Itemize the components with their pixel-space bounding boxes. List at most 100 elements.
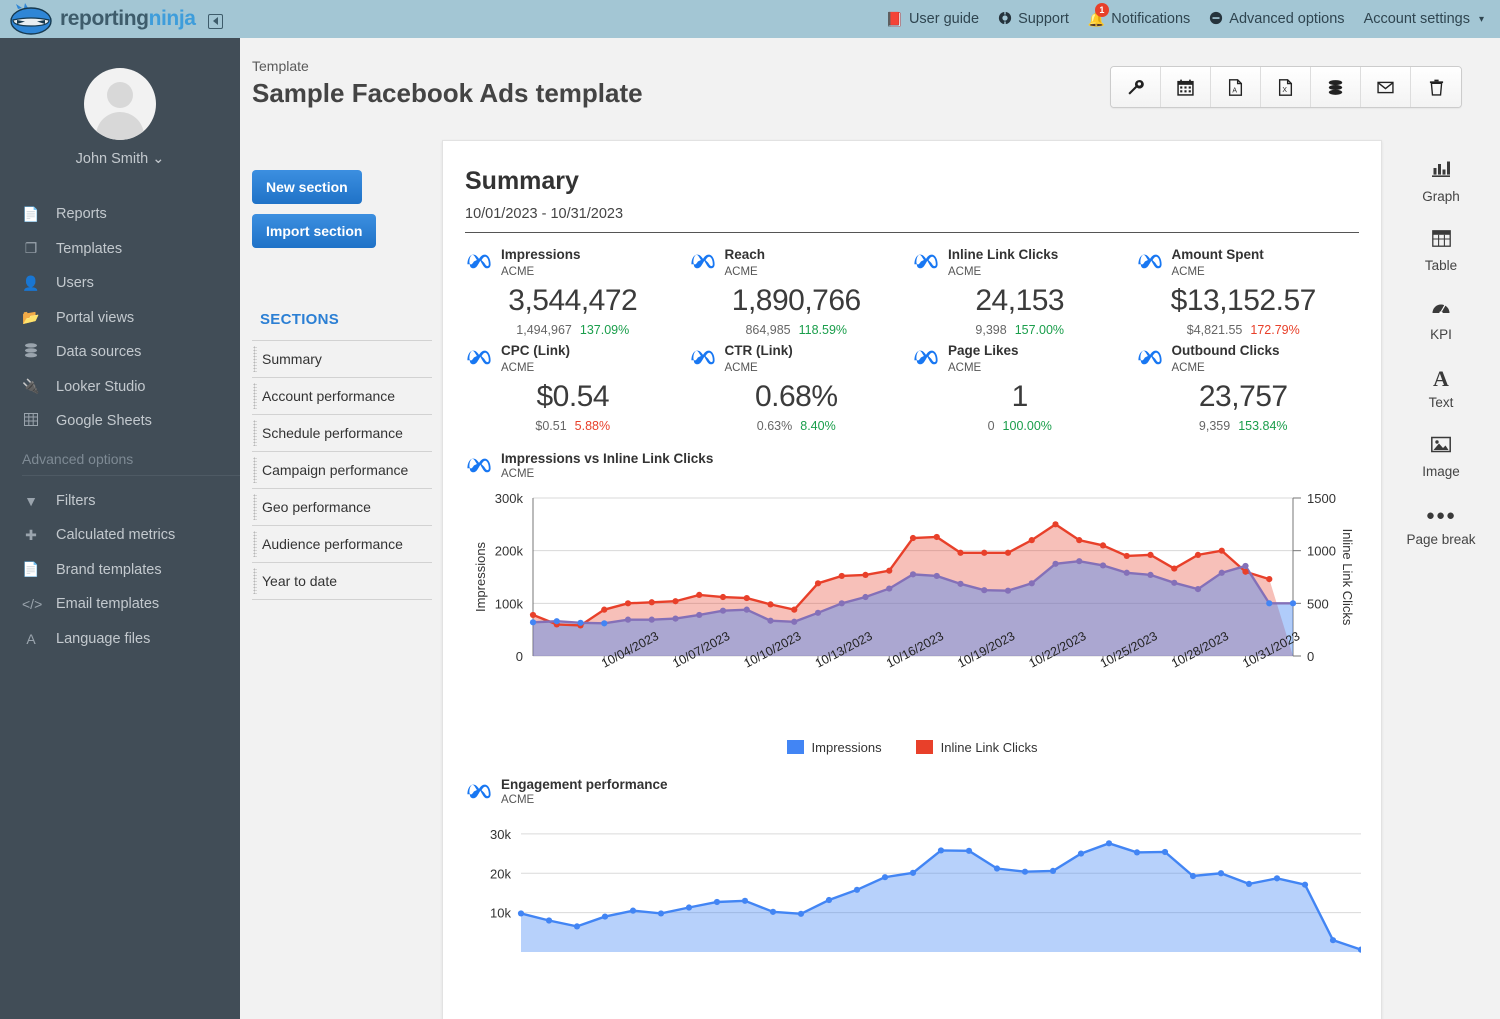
kpi-delta: 118.59%	[798, 322, 848, 337]
kpi-previous: 0	[987, 418, 995, 433]
chart-impressions-vs-inline-link-clicks[interactable]: Impressions vs Inline Link Clicks ACME 0…	[465, 451, 1359, 755]
new-section-button[interactable]: New section	[252, 170, 362, 204]
nav-advanced-options[interactable]: Advanced options	[1209, 11, 1345, 27]
legend-swatch-inline-link-clicks	[915, 740, 933, 755]
kpi-value: 3,544,472	[508, 283, 638, 317]
kpi-card-ctr-link[interactable]: CTR (Link) ACME 0.68% 0.63% 8.40%	[689, 343, 913, 433]
kpi-account: ACME	[948, 361, 982, 374]
sidebar-item-users[interactable]: 👤 Users	[0, 266, 240, 301]
send-email-button[interactable]	[1361, 67, 1411, 107]
kpi-delta: 100.00%	[1002, 418, 1052, 433]
section-item-year-to-date[interactable]: Year to date	[252, 563, 432, 600]
chart-engagement-performance[interactable]: Engagement performance ACME 30k 20k 10k	[465, 777, 1365, 962]
filter-icon: ▼	[24, 492, 38, 509]
kpi-card-page-likes[interactable]: Page Likes ACME 1 0 100.00%	[912, 343, 1136, 433]
meta-logo-icon	[1137, 254, 1162, 269]
rail-item-kpi[interactable]: KPI	[1382, 299, 1500, 342]
legend-item-impressions[interactable]: Impressions	[786, 740, 882, 755]
kpi-label: Reach	[724, 247, 766, 262]
rail-item-text[interactable]: A Text	[1382, 368, 1500, 411]
plus-icon: ✚	[25, 526, 37, 543]
sidebar-item-google-sheets[interactable]: Google Sheets	[0, 404, 240, 439]
section-item-campaign-performance[interactable]: Campaign performance	[252, 452, 432, 489]
nav-notifications-label: Notifications	[1111, 11, 1191, 27]
svg-text:X: X	[1282, 87, 1287, 94]
brand-logo[interactable]: reportingninja	[0, 0, 240, 38]
rail-label: KPI	[1430, 327, 1452, 342]
kpi-card-reach[interactable]: Reach ACME 1,890,766 864,985 118.59%	[689, 247, 913, 337]
kpi-card-inline-link-clicks[interactable]: Inline Link Clicks ACME 24,153 9,398 157.…	[912, 247, 1136, 337]
export-excel-button[interactable]: X	[1261, 67, 1311, 107]
kpi-previous: 1,494,967	[516, 322, 572, 337]
nav-support[interactable]: Support	[998, 11, 1069, 27]
schedule-calendar-button[interactable]	[1161, 67, 1211, 107]
kpi-value: 1	[1011, 379, 1029, 413]
svg-text:200k: 200k	[495, 543, 524, 558]
wrench-icon	[1128, 79, 1144, 95]
export-pdf-button[interactable]: A	[1211, 67, 1261, 107]
meta-logo-icon	[690, 254, 715, 269]
sidebar-profile[interactable]: John Smith ⌄	[0, 38, 240, 167]
rail-item-graph[interactable]: Graph	[1382, 160, 1500, 204]
kpi-card-amount-spent[interactable]: Amount Spent ACME $13,152.57 $4,821.55 17…	[1136, 247, 1360, 337]
svg-text:A: A	[1232, 87, 1237, 94]
chart1-legend: Impressions Inline Link Clicks	[465, 740, 1359, 755]
kpi-card-outbound-clicks[interactable]: Outbound Clicks ACME 23,757 9,359 153.84%	[1136, 343, 1360, 433]
rail-item-table[interactable]: Table	[1382, 230, 1500, 273]
brand-name: reportingninja	[60, 7, 196, 30]
meta-logo-icon	[914, 350, 938, 365]
sidebar-item-brand-templates[interactable]: 📄 Brand templates	[0, 553, 240, 588]
chevron-down-icon: ▾	[1478, 13, 1484, 25]
kpi-card-impressions[interactable]: Impressions ACME 3,544,472 1,494,967 137.…	[465, 247, 689, 337]
kpi-value: $13,152.57	[1170, 283, 1317, 317]
sidebar-item-templates[interactable]: ❐ Templates	[0, 232, 240, 267]
sidebar-item-calculated-metrics[interactable]: ✚ Calculated metrics	[0, 518, 240, 553]
sidebar-item-portal-views[interactable]: 📂 Portal views	[0, 301, 240, 336]
rail-item-image[interactable]: Image	[1382, 436, 1500, 479]
nav-notifications[interactable]: 🔔 1 Notifications	[1088, 3, 1191, 27]
kpi-value: 24,153	[975, 283, 1065, 317]
data-sources-button[interactable]	[1311, 67, 1361, 107]
section-item-summary[interactable]: Summary	[252, 341, 432, 378]
delete-button[interactable]	[1411, 67, 1461, 107]
sidebar-item-looker-studio[interactable]: 🔌 Looker Studio	[0, 370, 240, 405]
meta-logo-icon	[914, 254, 938, 269]
svg-text:1000: 1000	[1307, 543, 1336, 558]
kpi-delta: 153.84%	[1238, 418, 1288, 433]
legend-item-inline-link-clicks[interactable]: Inline Link Clicks	[915, 740, 1037, 755]
import-section-button[interactable]: Import section	[252, 214, 377, 248]
section-item-account-performance[interactable]: Account performance	[252, 378, 432, 415]
profile-name[interactable]: John Smith ⌄	[0, 151, 240, 167]
meta-logo-icon	[467, 784, 491, 799]
breadcrumb: Template	[252, 58, 309, 74]
report-canvas: Summary 10/01/2023 - 10/31/2023 Impressi…	[442, 140, 1382, 1019]
sidebar-divider	[22, 474, 240, 476]
notification-badge: 1	[1094, 3, 1109, 17]
section-item-schedule-performance[interactable]: Schedule performance	[252, 415, 432, 452]
sidebar-item-data-sources[interactable]: Data sources	[0, 335, 240, 370]
kpi-previous: 0.63%	[756, 418, 793, 433]
plug-icon: 🔌	[22, 378, 40, 395]
sidebar-item-email-templates[interactable]: </> Email templates	[0, 587, 240, 622]
collapse-panel-icon[interactable]	[207, 13, 223, 29]
rail-item-page-break[interactable]: ●●● Page break	[1382, 505, 1500, 547]
chart1-canvas: 0100k200k300k05001000150010/04/2023 10/07…	[473, 491, 1355, 671]
sidebar-item-filters[interactable]: ▼ Filters	[0, 484, 240, 519]
section-item-audience-performance[interactable]: Audience performance	[252, 526, 432, 563]
svg-text:100k: 100k	[495, 596, 524, 611]
page-title: Sample Facebook Ads template	[252, 78, 643, 108]
section-item-geo-performance[interactable]: Geo performance	[252, 489, 432, 526]
book-icon: 📕	[885, 11, 903, 27]
nav-user-guide[interactable]: 📕 User guide	[886, 11, 980, 27]
nav-account-settings[interactable]: Account settings ▾	[1364, 11, 1484, 27]
kpi-account: ACME	[948, 265, 982, 278]
settings-wrench-button[interactable]	[1111, 67, 1161, 107]
sections-heading: SECTIONS	[260, 311, 340, 328]
meta-logo-icon	[467, 458, 491, 473]
kpi-card-cpc-link[interactable]: CPC (Link) ACME $0.54 $0.51 5.88%	[465, 343, 689, 433]
sidebar-item-reports[interactable]: 📄 Reports	[0, 197, 240, 232]
kpi-value: 23,757	[1198, 379, 1288, 413]
svg-text:1500: 1500	[1307, 491, 1336, 506]
kpi-account: ACME	[724, 265, 758, 278]
sidebar-item-language-files[interactable]: A Language files	[0, 622, 240, 657]
